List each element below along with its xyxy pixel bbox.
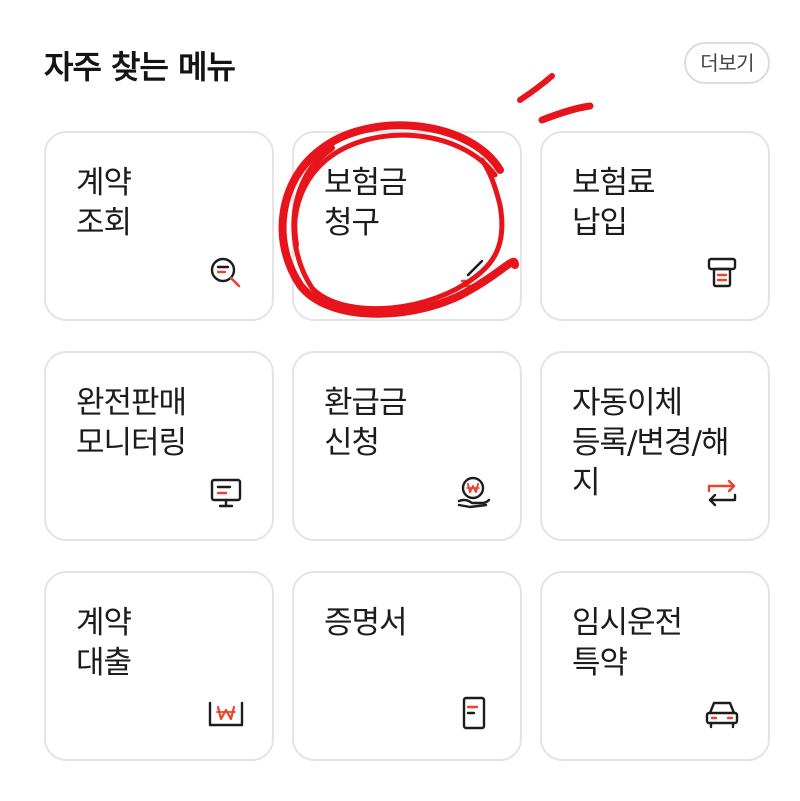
menu-card-label: 증명서 <box>324 605 408 641</box>
menu-card-premium-payment[interactable]: 보험료 납입 <box>540 131 770 321</box>
search-document-icon <box>208 255 244 291</box>
auto-transfer-arrows-icon <box>704 475 740 511</box>
menu-card-contract-loan[interactable]: 계약 대출 <box>44 571 274 761</box>
menu-card-label: 완전판매 모니터링 <box>76 385 187 461</box>
car-icon <box>704 695 740 731</box>
claim-document-icon <box>456 255 492 291</box>
refund-coin-hand-icon <box>456 475 492 511</box>
payment-terminal-icon <box>704 255 740 291</box>
menu-card-contract-inquiry[interactable]: 계약 조회 <box>44 131 274 321</box>
section-title: 자주 찾는 메뉴 <box>44 48 236 86</box>
menu-card-label: 보험료 납입 <box>572 165 656 241</box>
menu-card-label: 계약 조회 <box>76 165 132 241</box>
menu-card-label: 환급금 신청 <box>324 385 408 461</box>
section-header: 자주 찾는 메뉴 더보기 <box>44 40 770 92</box>
frequent-menu-grid: 계약 조회 보험금 청구 보험료 납입 완전판매 모니터링 환급금 신청 자동이… <box>44 131 770 763</box>
menu-card-claim[interactable]: 보험금 청구 <box>292 131 522 321</box>
certificate-document-icon <box>456 695 492 731</box>
menu-card-label: 보험금 청구 <box>324 165 408 241</box>
menu-card-refund-request[interactable]: 환급금 신청 <box>292 351 522 541</box>
menu-card-auto-transfer[interactable]: 자동이체 등록/변경/해 지 <box>540 351 770 541</box>
menu-card-label: 계약 대출 <box>76 605 132 681</box>
menu-card-temporary-driver[interactable]: 임시운전 특약 <box>540 571 770 761</box>
monitor-icon <box>208 475 244 511</box>
menu-card-label: 임시운전 특약 <box>572 605 683 681</box>
menu-card-certificate[interactable]: 증명서 <box>292 571 522 761</box>
more-button[interactable]: 더보기 <box>684 42 770 84</box>
menu-card-sales-monitoring[interactable]: 완전판매 모니터링 <box>44 351 274 541</box>
loan-won-icon <box>208 695 244 731</box>
